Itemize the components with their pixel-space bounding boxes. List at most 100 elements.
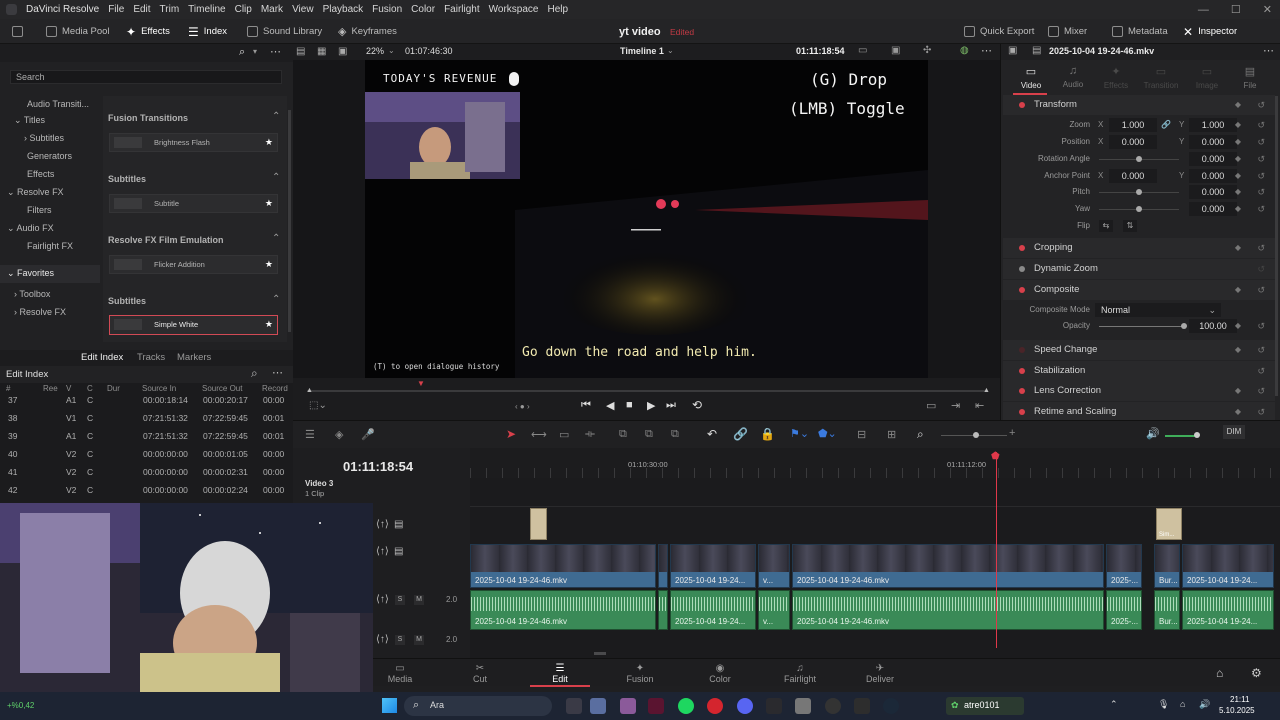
reset-icon[interactable]: ↺ [1257,238,1265,258]
table-row[interactable]: 42 V2 C 00:00:00:00 00:00:02:24 00:00 [0,481,293,499]
clock-time[interactable]: 21:11 [1230,695,1249,704]
timeline-scrollbar[interactable] [594,652,606,655]
app-icon[interactable] [795,698,811,714]
timeline-view-icon[interactable]: ☰ [305,428,315,441]
more-options-icon[interactable]: ⋯ [270,45,281,58]
viewer-overlay-icon[interactable]: ▣ [891,45,900,56]
tab-image[interactable]: ▭ Image [1187,65,1227,90]
effect-item-simple-white[interactable]: Simple White ★ [109,315,278,335]
speaker-icon[interactable]: 🔊 [1146,427,1160,440]
menu-fusion[interactable]: Fusion [372,4,402,15]
metadata-button[interactable]: Metadata [1112,19,1168,44]
steam-icon[interactable] [883,698,899,714]
reset-icon[interactable]: ↺ [1257,259,1265,279]
tab-tracks[interactable]: Tracks [137,352,165,363]
position-y-input[interactable] [1189,135,1237,149]
video-clip[interactable]: 2025-10-04 19-24... [670,544,756,588]
effects-button[interactable]: ✦ Effects [126,19,170,44]
menu-workspace[interactable]: Workspace [489,4,539,15]
tab-transition[interactable]: ▭ Transition [1141,65,1181,90]
page-tab-fairlight[interactable]: ♫ Fairlight [770,659,830,687]
collapse-icon[interactable]: ⌃ [272,111,280,122]
opacity-slider-knob[interactable] [1181,323,1187,329]
position-lock-icon[interactable]: 🔒 [760,427,775,441]
reset-icon[interactable]: ↺ [1257,381,1265,401]
keyframe-icon[interactable]: ◆ [1235,402,1241,420]
timeline-zoom-knob[interactable] [973,432,979,438]
menu-color[interactable]: Color [411,4,435,15]
section-retime-scaling[interactable]: Retime and Scaling ◆ ↺ [1003,402,1275,420]
audio-clip[interactable]: 2025-10-04 19-24-46.mkv [792,590,1104,630]
app-icon[interactable] [766,698,782,714]
audio-clip[interactable]: 2025-... [1106,590,1142,630]
section-composite[interactable]: Composite ◆ ↺ [1003,280,1275,300]
chevron-down-icon[interactable]: ⌄ [667,46,674,55]
menu-edit[interactable]: Edit [133,4,150,15]
timeline-playhead[interactable] [996,452,997,648]
audio-clip[interactable]: 2025-10-04 19-24... [670,590,756,630]
menu-help[interactable]: Help [547,4,568,15]
tree-item-effects[interactable]: Effects [27,166,54,182]
tab-file[interactable]: ▤ File [1230,65,1270,90]
menu-playback[interactable]: Playback [323,4,364,15]
rotation-slider-knob[interactable] [1136,156,1142,162]
collapse-icon[interactable]: ⌃ [272,294,280,305]
marker-icon[interactable]: ⬟⌄ [818,427,837,440]
rotation-input[interactable] [1189,152,1237,166]
track-lock-icon[interactable]: ⟨↑⟩ [376,634,389,645]
reset-icon[interactable]: ↺ [1257,280,1265,300]
position-x-input[interactable] [1109,135,1157,149]
app-icon[interactable] [825,698,841,714]
clock-date[interactable]: 5.10.2025 [1219,706,1255,715]
network-icon[interactable]: ⌂ [1180,699,1185,709]
keyframe-icon[interactable]: ◆ [1235,238,1241,258]
reset-icon[interactable]: ↺ [1257,361,1265,381]
track-video-icon[interactable]: ▤ [394,546,403,557]
tree-item-fairlight-fx[interactable]: Fairlight FX [27,238,73,254]
mute-button[interactable]: M [414,635,424,645]
app-icon[interactable] [620,698,636,714]
taskbar-search[interactable]: ⌕ Ara [404,696,552,716]
viewer-canvas[interactable]: TODAY'S REVENUE (G) Drop (LMB) Toggle Go… [365,60,928,378]
section-enabled-icon[interactable] [1019,287,1025,293]
prev-edit-icon[interactable]: ⇤ [975,399,984,412]
flip-vertical-icon[interactable]: ⇅ [1123,220,1137,232]
collapse-icon[interactable]: ⌃ [272,233,280,244]
reset-icon[interactable]: ↺ [1257,184,1265,200]
mixer-button[interactable]: Mixer [1048,19,1087,44]
epic-games-icon[interactable] [854,698,870,714]
keyframe-icon[interactable]: ◆ [1235,184,1241,200]
anchor-y-input[interactable] [1189,169,1237,183]
tray-chevron-icon[interactable]: ⌃ [1110,699,1118,710]
effect-item-subtitle[interactable]: Subtitle ★ [109,194,278,213]
flag-icon[interactable]: ⚑⌄ [790,427,809,440]
favorite-star-icon[interactable]: ★ [265,256,273,273]
menu-mark[interactable]: Mark [261,4,283,15]
video-clip[interactable]: 2025-10-04 19-24-46.mkv [470,544,656,588]
page-tab-color[interactable]: ◉ Color [690,659,750,687]
title-clip[interactable] [530,508,547,540]
link-icon[interactable]: 🔗 [1161,117,1171,133]
section-speed-change[interactable]: Speed Change ◆ ↺ [1003,340,1275,360]
video-clip[interactable]: 2025-10-04 19-24... [1182,544,1274,588]
menu-file[interactable]: File [108,4,124,15]
audio-clip[interactable]: 2025-10-04 19-24... [1182,590,1274,630]
reset-icon[interactable]: ↺ [1257,151,1265,167]
scrub-bar[interactable] [307,390,987,392]
table-row[interactable]: 41 V2 C 00:00:00:00 00:00:02:31 00:00 [0,463,293,481]
favorite-star-icon[interactable]: ★ [265,195,273,212]
tree-item-generators[interactable]: Generators [27,148,72,164]
table-row[interactable]: 37 A1 C 00:00:18:14 00:00:20:17 00:00 [0,391,293,409]
tab-markers[interactable]: Markers [177,352,211,363]
collapse-icon[interactable]: ⌃ [272,172,280,183]
keyframe-icon[interactable]: ◆ [1235,201,1241,217]
dual-viewer-icon[interactable]: ▣ [338,46,347,57]
keyframes-button[interactable]: ◈ Keyframes [338,19,397,44]
viewer-mode-icon[interactable]: ▦ [317,46,326,57]
go-to-start-icon[interactable]: ⏮ [581,399,591,412]
settings-gear-icon[interactable]: ⚙ [1251,666,1262,680]
track-lock-icon[interactable]: ⟨↑⟩ [376,594,389,605]
video-clip[interactable]: v... [758,544,790,588]
table-row[interactable]: 38 V1 C 07:21:51:32 07:22:59:45 00:01 [0,409,293,427]
detail-zoom-icon[interactable]: ⊞ [887,428,896,441]
